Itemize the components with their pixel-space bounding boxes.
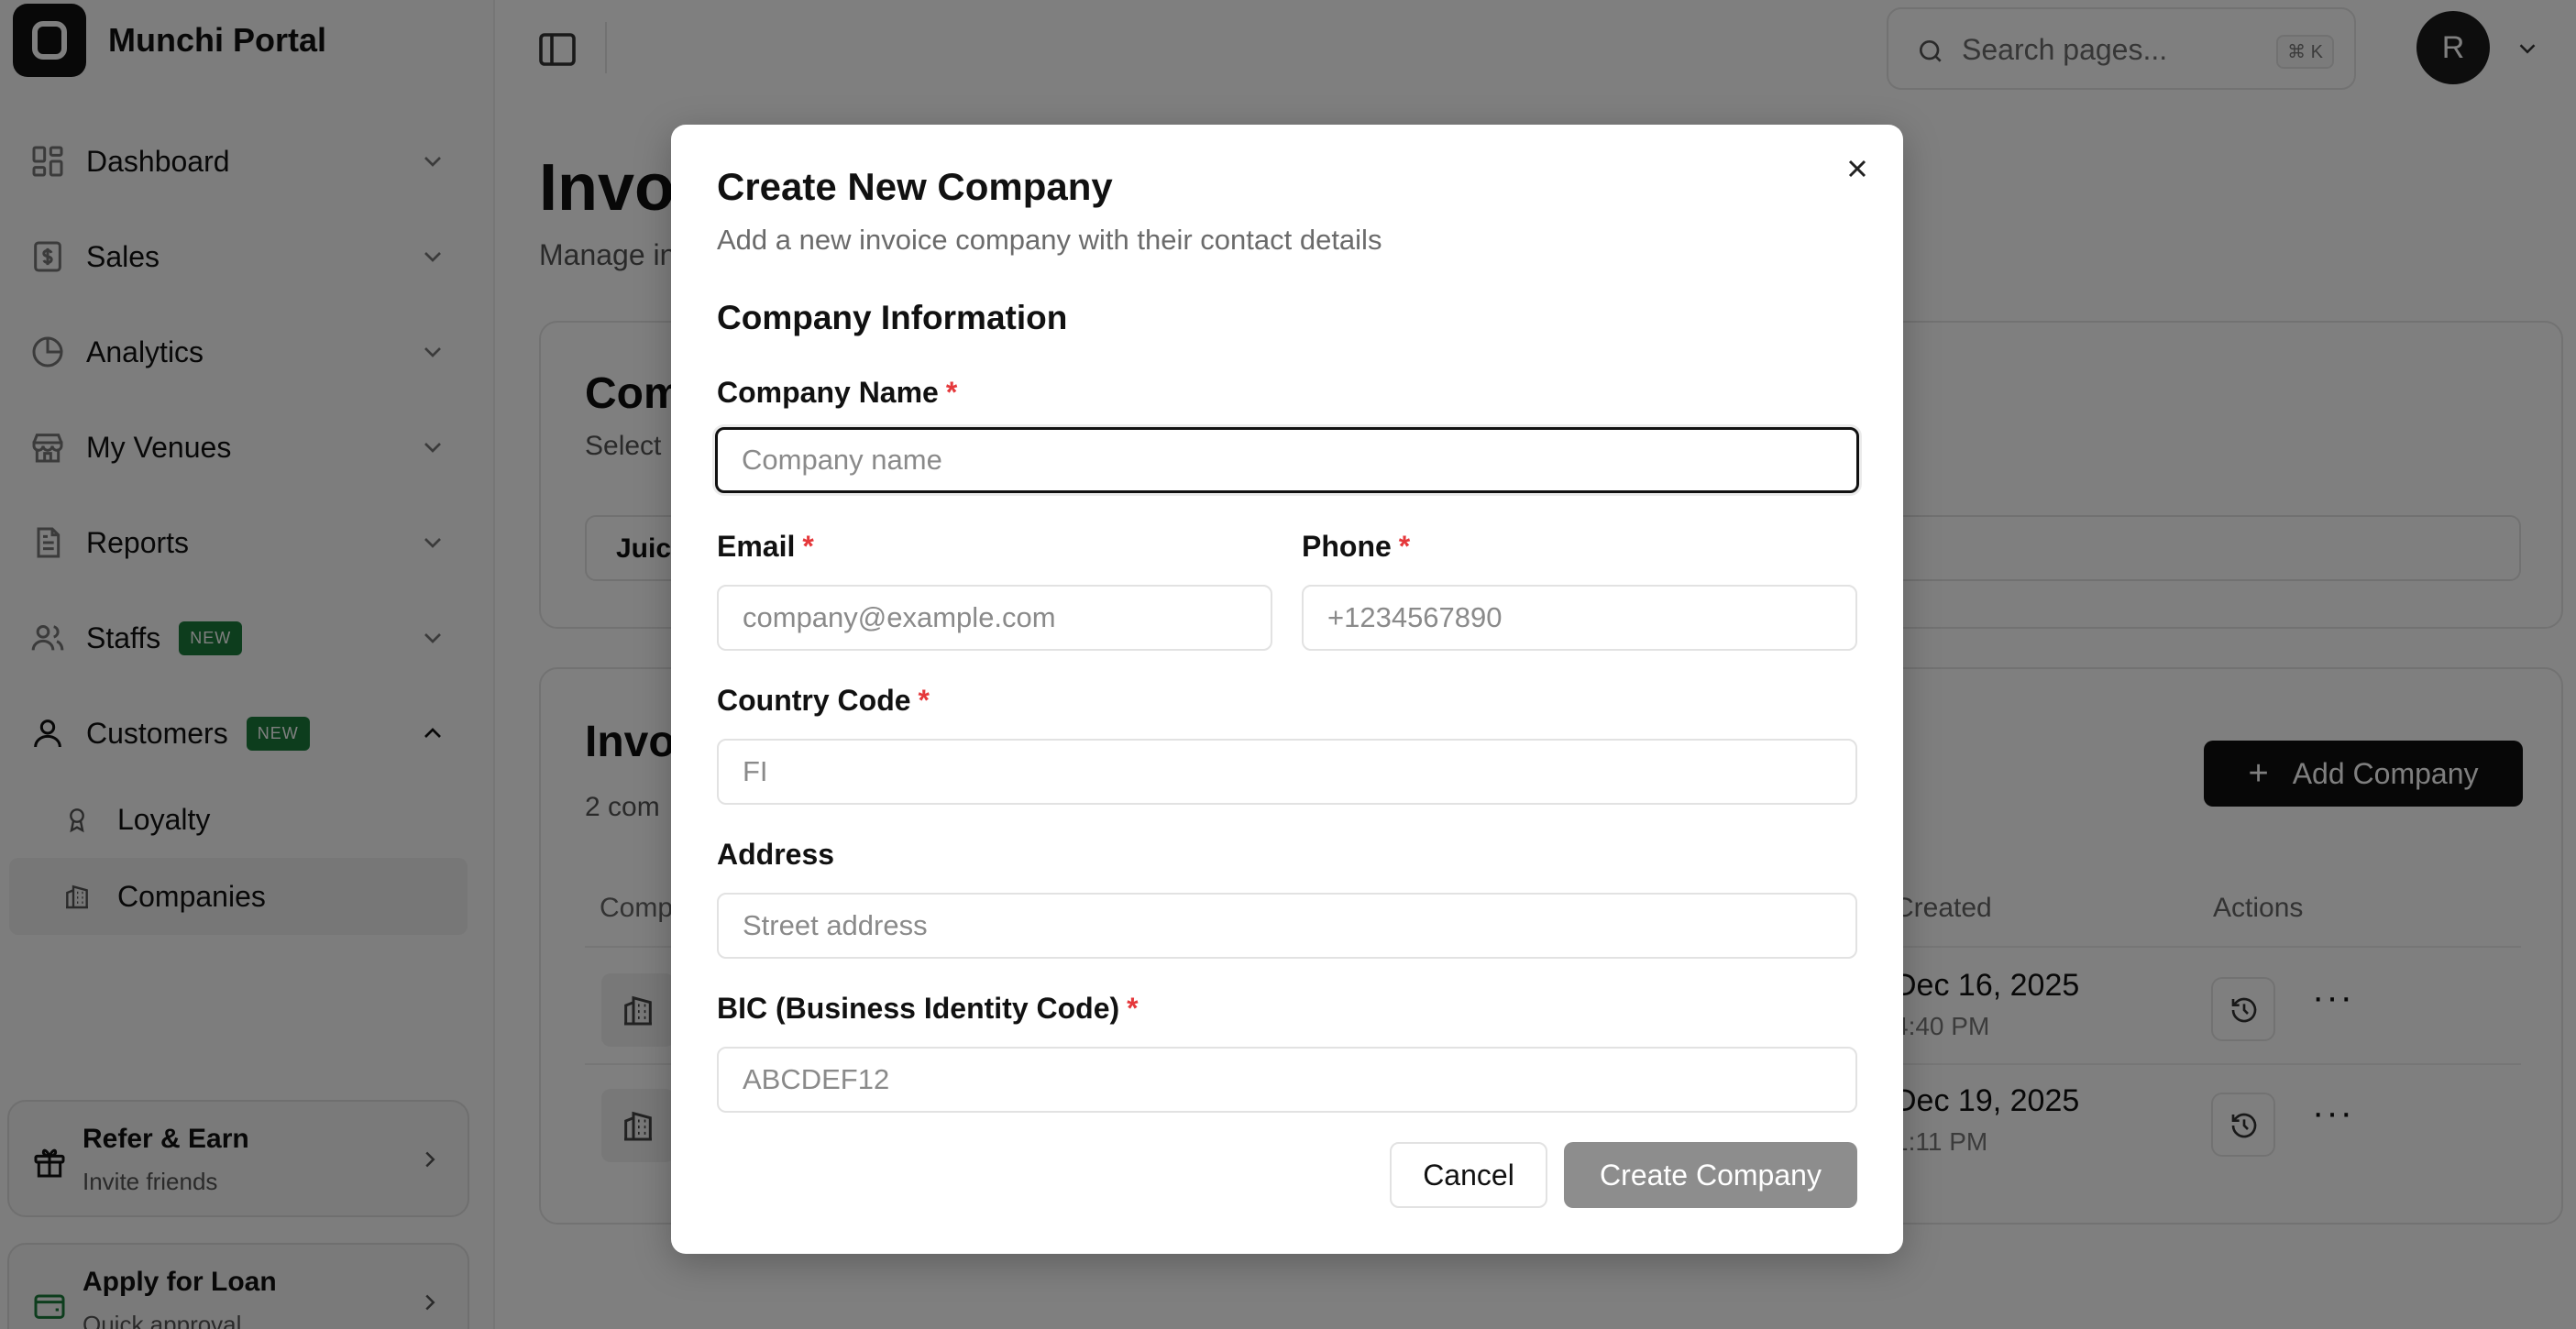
address-label: Address bbox=[717, 838, 835, 871]
address-input[interactable] bbox=[717, 893, 1857, 959]
section-title: Company Information bbox=[717, 299, 1068, 336]
bic-input[interactable] bbox=[717, 1047, 1857, 1113]
required-mark: * bbox=[1127, 992, 1139, 1025]
country-code-input[interactable] bbox=[717, 739, 1857, 805]
create-company-dialog: Create New Company Add a new invoice com… bbox=[671, 125, 1903, 1254]
email-input[interactable] bbox=[717, 585, 1272, 651]
email-label: Email * bbox=[717, 530, 814, 563]
phone-label: Phone * bbox=[1302, 530, 1411, 563]
cancel-button[interactable]: Cancel bbox=[1390, 1142, 1547, 1208]
required-mark: * bbox=[918, 684, 930, 717]
company-name-label: Company Name * bbox=[717, 376, 958, 409]
phone-input[interactable] bbox=[1302, 585, 1857, 651]
required-mark: * bbox=[945, 376, 958, 409]
close-icon[interactable] bbox=[1843, 154, 1872, 183]
dialog-title: Create New Company bbox=[717, 165, 1113, 208]
country-code-label: Country Code * bbox=[717, 684, 930, 717]
create-company-button[interactable]: Create Company bbox=[1564, 1142, 1857, 1208]
bic-label: BIC (Business Identity Code) * bbox=[717, 992, 1139, 1025]
company-name-input[interactable] bbox=[715, 427, 1859, 493]
required-mark: * bbox=[802, 530, 814, 563]
dialog-subtitle: Add a new invoice company with their con… bbox=[717, 224, 1382, 256]
required-mark: * bbox=[1398, 530, 1411, 563]
